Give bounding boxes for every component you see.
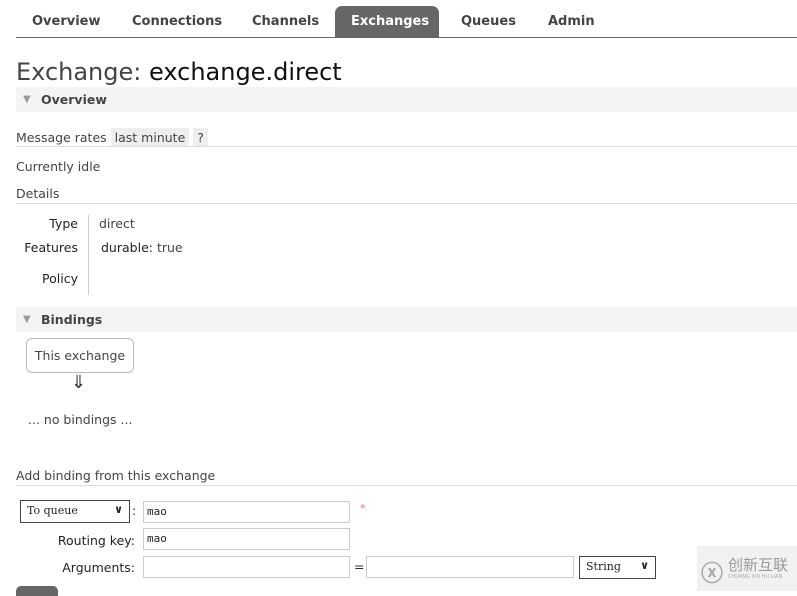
equals-sign: =: [354, 559, 365, 574]
destination-type-select[interactable]: To queue ∨: [20, 500, 130, 523]
type-value: direct: [99, 216, 135, 231]
section-title: Overview: [41, 92, 107, 107]
down-arrow-icon: ⇓: [71, 372, 87, 393]
no-bindings-text: ... no bindings ...: [28, 412, 133, 427]
message-rates: Message rates last minute ?: [16, 128, 208, 147]
divider: [88, 215, 89, 295]
rate-period-selector[interactable]: last minute: [110, 128, 190, 147]
title-prefix: Exchange:: [16, 58, 142, 86]
collapse-triangle-icon: ▼: [23, 314, 31, 325]
required-marker: *: [360, 502, 366, 515]
exchange-name: exchange.direct: [149, 58, 342, 86]
tab-queues[interactable]: Queues: [445, 6, 532, 37]
divider: [16, 146, 797, 147]
details-heading: Details: [16, 186, 60, 201]
feature-key: durable:: [101, 240, 153, 255]
tab-connections[interactable]: Connections: [116, 6, 238, 37]
message-rates-label: Message rates: [16, 130, 107, 145]
bind-button[interactable]: [16, 586, 58, 596]
help-button[interactable]: ?: [193, 128, 208, 147]
add-binding-heading: Add binding from this exchange: [16, 468, 216, 483]
routing-key-label: Routing key:: [57, 533, 135, 548]
argument-key-input[interactable]: [143, 556, 350, 578]
watermark-subtext: CHUANG XIN HU LIAN: [728, 574, 783, 580]
argument-value-input[interactable]: [366, 556, 574, 578]
overview-section-toggle[interactable]: ▼ Overview: [16, 87, 797, 112]
arguments-label: Arguments:: [62, 560, 135, 575]
select-value: To queue: [27, 504, 78, 517]
logo-icon: ⓧ: [701, 562, 724, 587]
divider: [16, 203, 797, 204]
bindings-section-toggle[interactable]: ▼ Bindings: [16, 307, 797, 332]
destination-input[interactable]: mao: [143, 501, 350, 523]
features-label: Features: [24, 240, 78, 255]
select-value: String: [586, 560, 621, 573]
features-value: durable: true: [101, 240, 183, 255]
policy-label: Policy: [42, 271, 78, 286]
watermark-text: 创新互联: [728, 556, 789, 574]
feature-value: true: [156, 240, 183, 255]
this-exchange-box: This exchange: [26, 338, 134, 373]
section-title: Bindings: [41, 312, 103, 327]
routing-key-input[interactable]: mao: [143, 528, 350, 550]
status-text: Currently idle: [16, 159, 101, 174]
chevron-down-icon: ∨: [640, 559, 649, 572]
tab-exchanges[interactable]: Exchanges: [335, 6, 439, 37]
divider: [16, 485, 797, 486]
tab-channels[interactable]: Channels: [236, 6, 335, 37]
main-nav: Overview Connections Channels Exchanges …: [16, 6, 797, 38]
tab-admin[interactable]: Admin: [532, 6, 611, 37]
colon: :: [132, 503, 137, 518]
watermark-logo: ⓧ 创新互联 CHUANG XIN HU LIAN: [697, 546, 797, 591]
argument-type-select[interactable]: String ∨: [579, 556, 656, 579]
tab-overview[interactable]: Overview: [16, 6, 117, 37]
collapse-triangle-icon: ▼: [23, 94, 31, 105]
type-label: Type: [49, 216, 78, 231]
page-title: Exchange: exchange.direct: [16, 58, 342, 86]
chevron-down-icon: ∨: [114, 503, 123, 516]
